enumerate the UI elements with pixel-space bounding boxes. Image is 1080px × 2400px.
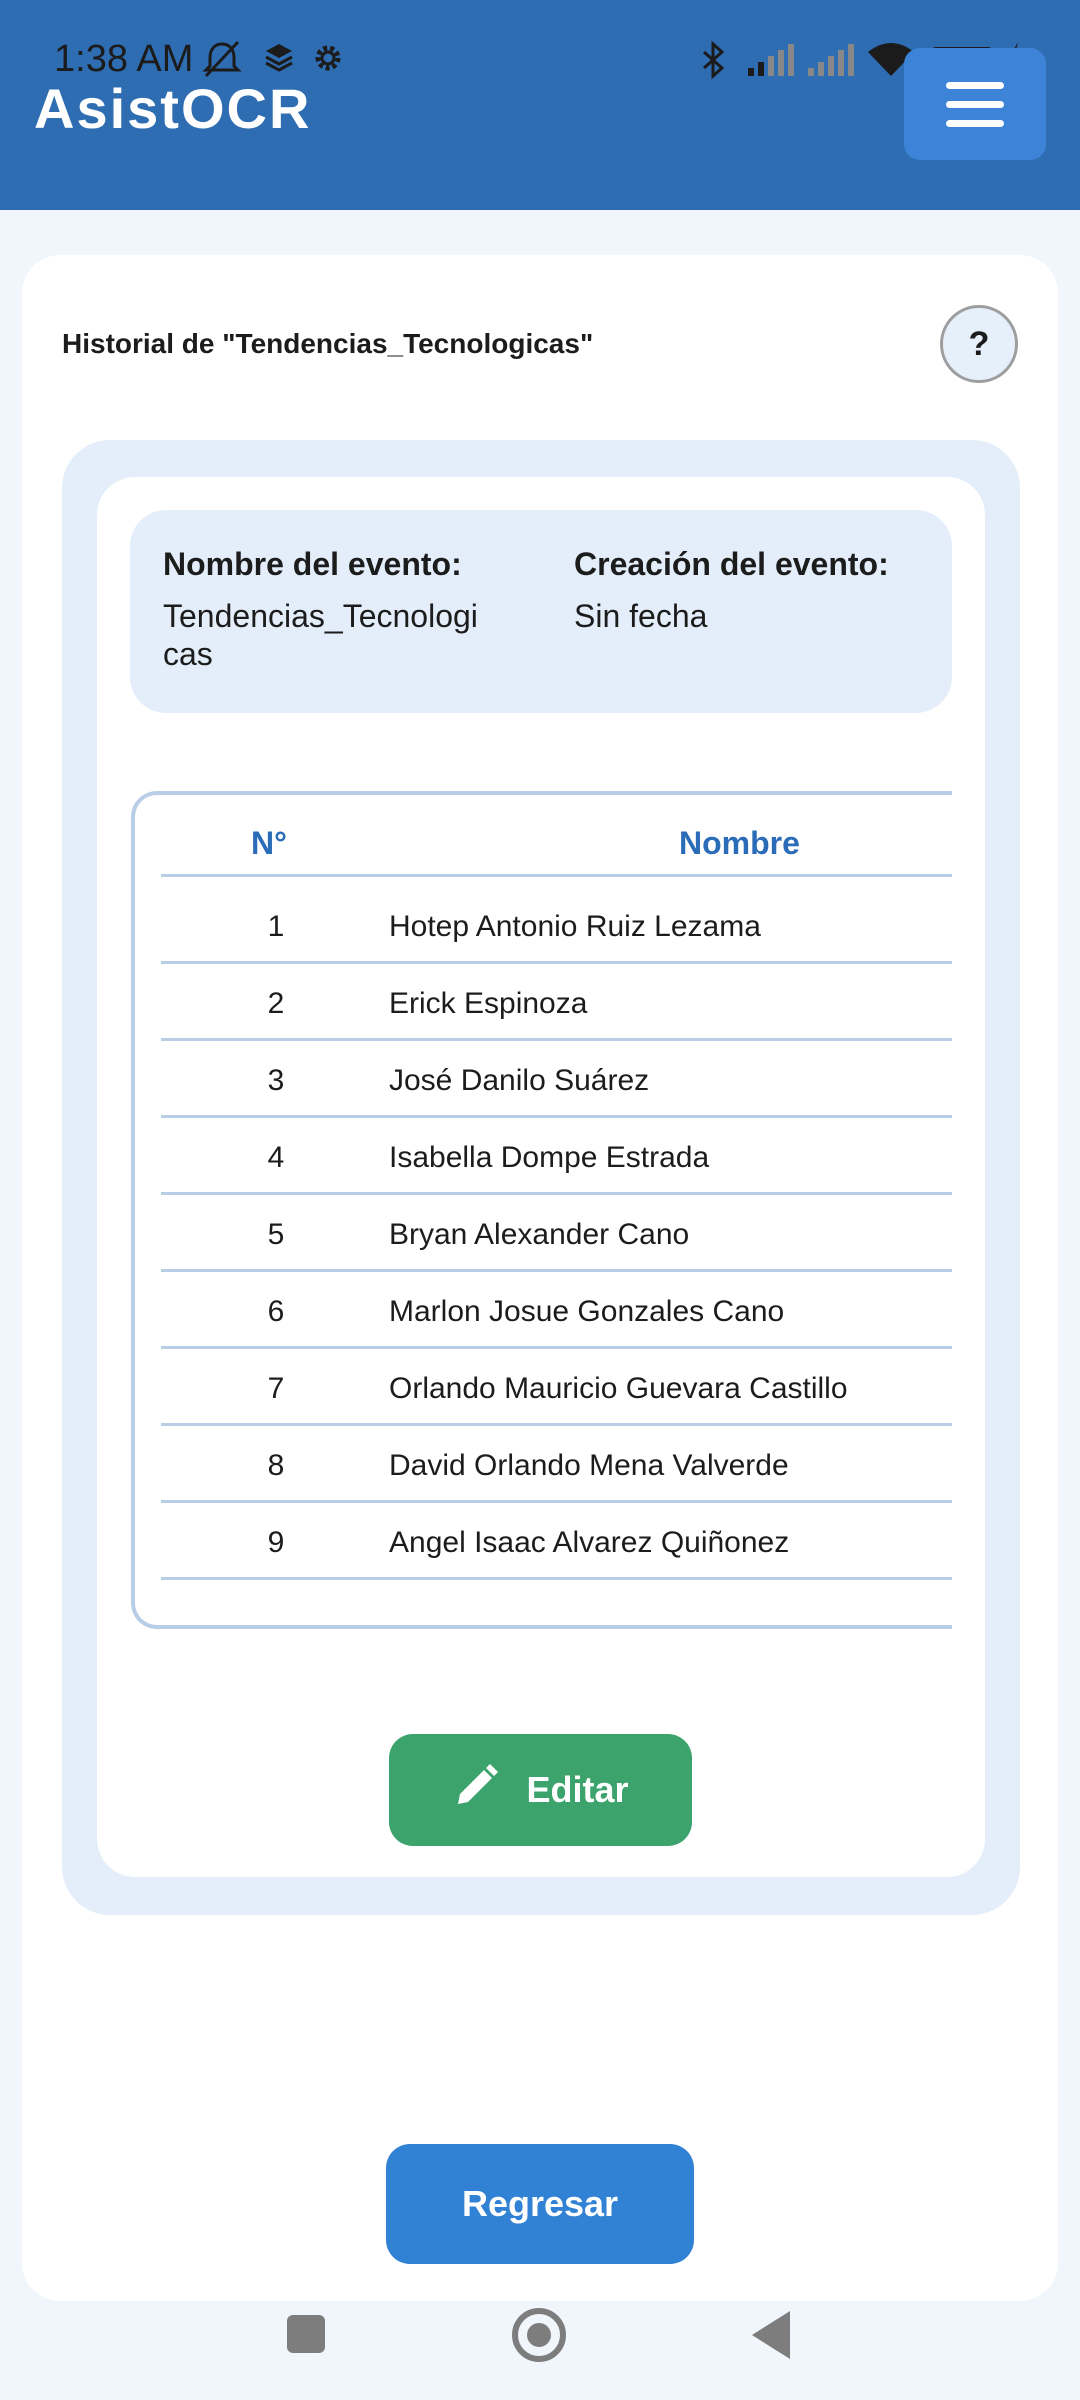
app-bar: 1:38 AM 100 AsistOCR <box>0 0 1080 210</box>
table-row-name: Isabella Dompe Estrada <box>389 1141 710 1174</box>
back-nav-icon[interactable] <box>752 2311 790 2359</box>
table-row-name: Orlando Mauricio Guevara Castillo <box>389 1372 848 1405</box>
gear-icon <box>310 40 346 85</box>
bluetooth-icon <box>698 40 728 89</box>
status-time: 1:38 AM <box>54 38 194 80</box>
table-row-number: 2 <box>267 987 285 1020</box>
pencil-icon <box>452 1762 500 1819</box>
hamburger-menu-icon[interactable] <box>904 48 1046 160</box>
table-divider <box>161 1115 952 1118</box>
table-row-number: 8 <box>267 1449 285 1482</box>
table-row-number: 9 <box>267 1526 285 1559</box>
table-row-number: 5 <box>267 1218 285 1251</box>
table-row-number: 7 <box>267 1372 285 1405</box>
recents-icon[interactable] <box>287 2315 325 2353</box>
page-title: Historial de "Tendencias_Tecnologicas" <box>62 328 594 359</box>
signal-icon <box>746 40 796 89</box>
edit-button[interactable]: Editar <box>389 1734 692 1846</box>
table-row-number: 4 <box>267 1141 285 1174</box>
table-divider <box>161 1192 952 1195</box>
event-name-value-line2: cas <box>163 636 213 672</box>
app-title: AsistOCR <box>34 77 312 140</box>
table-row-name: José Danilo Suárez <box>389 1064 650 1097</box>
table-divider <box>161 1500 952 1503</box>
table-divider <box>161 1346 952 1349</box>
signal-icon <box>806 40 856 89</box>
table-row-name: Bryan Alexander Cano <box>389 1218 690 1251</box>
table-divider <box>161 1269 952 1272</box>
table-row-name: David Orlando Mena Valverde <box>389 1449 789 1482</box>
event-name-value-line1: Tendencias_Tecnologi <box>163 598 478 634</box>
table-row-number: 6 <box>267 1295 285 1328</box>
event-created-value: Sin fecha <box>574 598 708 634</box>
event-name-label: Nombre del evento: <box>163 546 462 582</box>
home-icon[interactable] <box>512 2308 566 2362</box>
help-button[interactable]: ? <box>940 305 1018 383</box>
table-row-number: 1 <box>267 910 285 943</box>
table-header-number: N° <box>251 825 287 861</box>
table-divider <box>161 1423 952 1426</box>
back-button[interactable]: Regresar <box>386 2144 694 2264</box>
table-row-name: Angel Isaac Alvarez Quiñonez <box>389 1526 790 1559</box>
table-divider <box>161 874 952 877</box>
table-divider <box>161 1038 952 1041</box>
event-created-label: Creación del evento: <box>574 546 889 582</box>
table-row-name: Hotep Antonio Ruiz Lezama <box>389 910 761 943</box>
event-name-value: Tendencias_Tecnologi cas <box>163 597 478 673</box>
table-header-name: Nombre <box>679 825 800 861</box>
table-divider <box>161 961 952 964</box>
table-row-number: 3 <box>267 1064 285 1097</box>
edit-button-label: Editar <box>526 1769 629 1810</box>
table-row-name: Erick Espinoza <box>389 987 588 1020</box>
table-divider <box>161 1577 952 1580</box>
attendance-table[interactable]: N° Nombre 1 Hotep Antonio Ruiz Lezama 2 … <box>131 791 952 1629</box>
table-row-name: Marlon Josue Gonzales Cano <box>389 1295 785 1328</box>
